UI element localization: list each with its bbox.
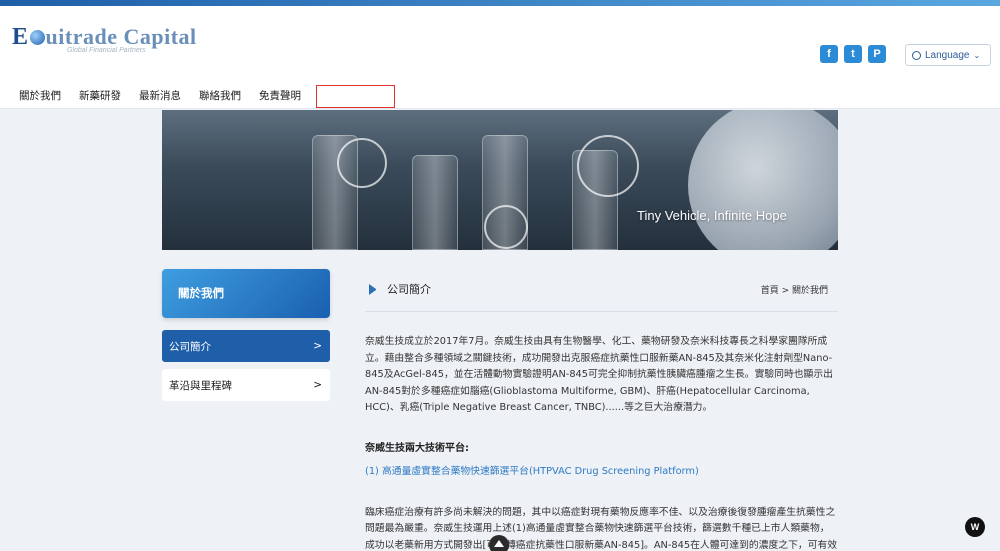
logo-tagline: Global Financial Partners bbox=[67, 47, 146, 54]
facebook-icon[interactable]: f bbox=[820, 45, 838, 63]
molecule-icon bbox=[577, 135, 639, 197]
chevron-right-icon: > bbox=[313, 340, 322, 352]
divider bbox=[365, 311, 838, 312]
nav-disclaimer[interactable]: 免責聲明 bbox=[250, 84, 310, 108]
dna-icon bbox=[484, 205, 528, 249]
globe-icon bbox=[912, 50, 921, 60]
platform-heading: 奈威生技兩大技術平台: bbox=[365, 442, 469, 454]
language-label: Language bbox=[925, 49, 970, 61]
nav-about[interactable]: 關於我們 bbox=[0, 84, 70, 108]
main-content: 公司簡介 首頁 > 關於我們 奈威生技成立於2017年7月。奈威生技由具有生物醫… bbox=[365, 270, 838, 551]
breadcrumb[interactable]: 首頁 > 關於我們 bbox=[761, 283, 828, 296]
plurk-icon[interactable]: P bbox=[868, 45, 886, 63]
platform-link[interactable]: (1) 高通量虛實整合藥物快速篩選平台(HTPVAC Drug Screenin… bbox=[365, 463, 838, 477]
sidebar-item-label: 革沿與里程碑 bbox=[169, 379, 232, 392]
hero-tagline: Tiny Vehicle, Infinite Hope bbox=[637, 208, 787, 223]
globe-logo-icon bbox=[29, 30, 45, 45]
highlight-box bbox=[316, 84, 395, 108]
flask-icon bbox=[337, 138, 387, 188]
widget-badge[interactable]: W bbox=[965, 517, 985, 537]
section-header: 公司簡介 首頁 > 關於我們 bbox=[365, 270, 838, 308]
intro-paragraph: 奈威生技成立於2017年7月。奈威生技由具有生物醫學、化工、藥物研發及奈米科技專… bbox=[365, 336, 833, 413]
logo-name: uitrade Capital bbox=[45, 24, 197, 49]
nav-news[interactable]: 最新消息 bbox=[130, 84, 190, 108]
twitter-icon[interactable]: t bbox=[844, 45, 862, 63]
glove-image bbox=[688, 110, 838, 250]
chevron-down-icon: ⌄ bbox=[973, 50, 981, 60]
arrow-up-icon bbox=[494, 540, 504, 547]
sidebar-item-history[interactable]: 革沿與里程碑 > bbox=[162, 369, 330, 401]
social-links: f t P bbox=[820, 45, 886, 63]
sidebar-item-label: 公司簡介 bbox=[169, 340, 211, 353]
chevron-right-icon: > bbox=[313, 379, 322, 391]
sidebar-title: 關於我們 bbox=[162, 269, 330, 318]
nav-contact[interactable]: 聯絡我們 bbox=[190, 84, 250, 108]
second-paragraph: 臨床癌症治療有許多尚未解決的問題，其中以癌症對現有藥物反應率不佳、以及治療後復發… bbox=[365, 506, 838, 551]
sidebar-item-company-profile[interactable]: 公司簡介 > bbox=[162, 330, 330, 362]
logo-initial: E bbox=[12, 24, 29, 50]
language-dropdown[interactable]: Language ⌄ bbox=[905, 44, 991, 66]
main-nav: 關於我們 新藥研發 最新消息 聯絡我們 免責聲明 bbox=[0, 84, 395, 108]
nav-research[interactable]: 新藥研發 bbox=[70, 84, 130, 108]
test-tube bbox=[412, 155, 458, 250]
section-arrow-icon bbox=[369, 283, 380, 295]
sidebar: 關於我們 公司簡介 > 革沿與里程碑 > bbox=[162, 269, 330, 401]
scroll-top-button[interactable] bbox=[489, 535, 509, 551]
hero-banner: Tiny Vehicle, Infinite Hope bbox=[162, 110, 838, 250]
site-header: Euitrade Capital Global Financial Partne… bbox=[0, 6, 1000, 109]
logo[interactable]: Euitrade Capital Global Financial Partne… bbox=[12, 24, 197, 54]
section-title: 公司簡介 bbox=[387, 283, 431, 296]
